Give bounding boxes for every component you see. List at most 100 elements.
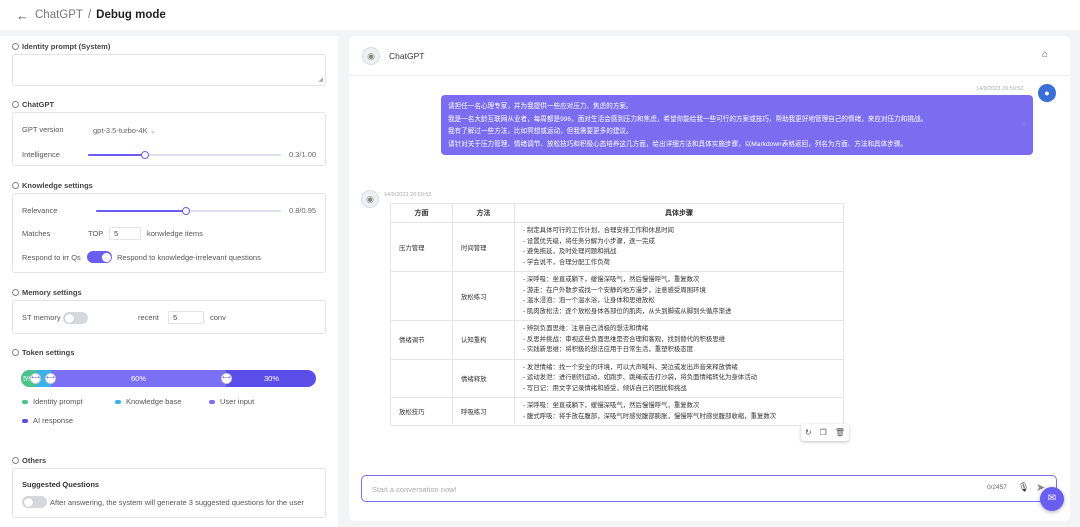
table-cell-aspect: 放松技巧 xyxy=(390,397,453,426)
table-cell-steps: - 发泄情绪：找一个安全的环境，可以大声喊叫、哭泣或发出声音来释放情绪 - 运动发… xyxy=(514,358,844,398)
info-icon xyxy=(12,182,19,189)
info-icon xyxy=(12,457,19,464)
identity-prompt-input[interactable]: ◢ xyxy=(12,54,326,86)
table-cell-method: 呼吸练习 xyxy=(452,397,515,426)
toggle-knob xyxy=(101,252,111,262)
chat-panel: ◉ ChatGPT ⌂ 14/9/2023 20:59:52 ● 请担任一名心理… xyxy=(349,36,1070,521)
token-handle-2[interactable]: ⟷ xyxy=(45,373,56,384)
token-segment-ai-label: 30% xyxy=(264,374,280,383)
refresh-icon[interactable]: ↻ xyxy=(805,428,812,437)
knowledge-settings-box: Relevance 0.8/0.95 Matches TOP 5 konwled… xyxy=(12,193,326,273)
suggested-questions-desc: After answering, the system will generat… xyxy=(50,498,304,507)
suggested-questions-toggle[interactable] xyxy=(22,496,47,508)
conv-label: conv xyxy=(210,313,226,322)
user-message-line: 请针对关于压力管理、情绪调节、放松技巧和积极心态培养这几方面，给出详细方法和具体… xyxy=(448,140,908,148)
identity-section-title: Identity prompt (System) xyxy=(12,42,110,51)
settings-panel: Identity prompt (System) ◢ ChatGPT GPT v… xyxy=(0,36,338,527)
token-handle-3[interactable]: ⟷ xyxy=(221,373,232,384)
token-allocation-bar: 5% 60% 30% xyxy=(21,370,316,387)
table-cell-aspect xyxy=(390,358,453,398)
chat-title: ChatGPT xyxy=(389,51,425,61)
knowledge-section-title: Knowledge settings xyxy=(12,181,93,190)
recent-label: recent xyxy=(138,313,159,322)
table-row: 情绪调节 认知重构 - 辨别负面思维：注意自己消极的想法和情绪 - 反思并挑战：审… xyxy=(390,320,844,360)
token-segment-user-input-label: 60% xyxy=(131,374,147,383)
matches-input[interactable]: 5 xyxy=(109,227,141,240)
top-bar: ← ChatGPT / Debug mode xyxy=(0,0,1080,30)
table-row: 放松练习 - 深呼吸：坐直或躺下，缓慢深吸气，然后慢慢呼气，重复数次 - 游走：在… xyxy=(390,271,844,321)
token-section-title: Token settings xyxy=(12,348,74,357)
intelligence-value: 0.3/1.00 xyxy=(289,150,317,159)
table-row: 压力管理 时间管理 - 制定具体可行的工作计划，合理安排工作和休息时间 - 设置优… xyxy=(390,222,844,272)
others-section-title: Others xyxy=(12,456,46,465)
matches-label: Matches xyxy=(22,229,51,238)
st-memory-label: ST memory xyxy=(22,313,61,322)
memory-settings-box: ST memory recent 5 conv xyxy=(12,300,326,334)
table-cell-aspect: 压力管理 xyxy=(390,222,453,272)
user-avatar: ● xyxy=(1038,84,1056,102)
chatgpt-logo-icon: ◉ xyxy=(362,47,380,65)
table-cell-steps: - 辨别负面思维：注意自己消极的想法和情绪 - 反思并挑战：审视这些负面思维是否合… xyxy=(514,320,844,360)
intelligence-label: Intelligence xyxy=(22,150,60,159)
relevance-slider-fill xyxy=(96,210,186,212)
arrow-left-icon[interactable]: ← xyxy=(16,8,29,23)
chevron-down-icon: ⌄ xyxy=(149,126,157,135)
user-message-line: 我有了解过一些方法，比如冥想或运动，但我需要更多的建议。 xyxy=(448,128,633,135)
legend-swatch xyxy=(22,418,28,423)
breadcrumb-separator: / xyxy=(87,9,92,21)
legend-ai-response: AI response xyxy=(22,416,73,425)
bot-message-table: 方面 方法 具体步骤 压力管理 时间管理 - 制定具体可行的工作计划，合理安排工… xyxy=(390,203,845,453)
suggested-questions-title: Suggested Questions xyxy=(22,480,100,489)
legend-swatch xyxy=(115,399,121,404)
legend-swatch xyxy=(22,399,28,404)
info-icon xyxy=(12,43,19,50)
table-header-row: 方面 方法 具体步骤 xyxy=(390,203,844,223)
relevance-value: 0.8/0.95 xyxy=(289,206,317,215)
legend-identity: Identity prompt xyxy=(22,397,83,406)
intelligence-slider-knob[interactable] xyxy=(141,151,149,159)
chat-input[interactable] xyxy=(372,482,892,496)
clear-history-icon[interactable]: ⌂ xyxy=(1042,49,1048,60)
table-header-cell: 具体步骤 xyxy=(514,203,844,223)
chat-support-button[interactable]: ✉ xyxy=(1040,487,1064,511)
chat-header: ◉ ChatGPT ⌂ xyxy=(349,36,1070,76)
table-cell-steps: - 制定具体可行的工作计划，合理安排工作和休息时间 - 设置优先级，将任务分解为小… xyxy=(514,222,844,272)
table-cell-aspect: 情绪调节 xyxy=(390,320,453,360)
chatgpt-settings-box: GPT version gpt-3.5-turbo-4K ⌄ Intellige… xyxy=(12,112,326,166)
legend-knowledge: Knowledge base xyxy=(115,397,181,406)
bot-avatar: ◉ xyxy=(361,190,379,208)
copy-icon[interactable]: ❐ xyxy=(820,428,827,437)
breadcrumb-parent[interactable]: ChatGPT xyxy=(35,9,83,21)
table-row: 情绪释放 - 发泄情绪：找一个安全的环境，可以大声喊叫、哭泣或发出声音来释放情绪… xyxy=(390,358,844,398)
copy-icon[interactable]: ◌ xyxy=(1022,119,1026,132)
user-message-bubble: 请担任一名心理专家，并为我提供一些应对压力、焦虑的方案。 我是一名大龄互联网从业… xyxy=(441,95,1033,155)
delete-icon[interactable]: 🗑 xyxy=(835,428,845,437)
table-cell-steps: - 深呼吸：坐直或躺下，缓慢深吸气，然后慢慢呼气，重复数次 - 游走：在户外散步或… xyxy=(514,271,844,321)
relevance-slider[interactable] xyxy=(96,207,281,215)
table-row: 放松技巧 呼吸练习 - 深呼吸：坐直或躺下，缓慢深吸气，然后慢慢呼气，重复数次 -… xyxy=(390,397,844,426)
toggle-knob xyxy=(64,313,74,323)
user-message-time: 14/9/2023 20:59:52 xyxy=(976,86,1024,92)
table-cell-method: 情绪释放 xyxy=(452,358,515,398)
chatgpt-section-title: ChatGPT xyxy=(12,100,54,109)
recent-input[interactable]: 5 xyxy=(168,311,204,324)
char-counter: 0/2457 xyxy=(987,484,1007,491)
table-cell-method: 放松练习 xyxy=(452,271,515,321)
respond-irrelevant-toggle[interactable] xyxy=(87,251,112,263)
info-icon xyxy=(12,349,19,356)
microphone-icon[interactable]: 🎙 xyxy=(1018,482,1029,493)
intelligence-slider[interactable] xyxy=(88,151,281,159)
gpt-version-select[interactable]: gpt-3.5-turbo-4K ⌄ xyxy=(93,126,156,135)
st-memory-toggle[interactable] xyxy=(63,312,88,324)
chat-bubble-icon: ✉ xyxy=(1047,493,1057,504)
info-icon xyxy=(12,289,19,296)
resize-handle-icon[interactable]: ◢ xyxy=(318,76,323,83)
matches-suffix: konwledge items xyxy=(147,229,203,238)
toggle-knob xyxy=(23,497,33,507)
respond-irrelevant-desc: Respond to knowledge-irrelevant question… xyxy=(117,253,261,262)
token-handle-1[interactable]: ⟷ xyxy=(30,373,41,384)
table-cell-steps: - 深呼吸：坐直或躺下，缓慢深吸气，然后慢慢呼气，重复数次 - 腹式呼吸：将手放在… xyxy=(514,397,844,426)
table-cell-method: 时间管理 xyxy=(452,222,515,272)
relevance-slider-knob[interactable] xyxy=(182,207,190,215)
user-message-line: 我是一名大龄互联网从业者，每周都是996，面对生活会感到压力和焦虑，希望你能给我… xyxy=(448,115,928,123)
